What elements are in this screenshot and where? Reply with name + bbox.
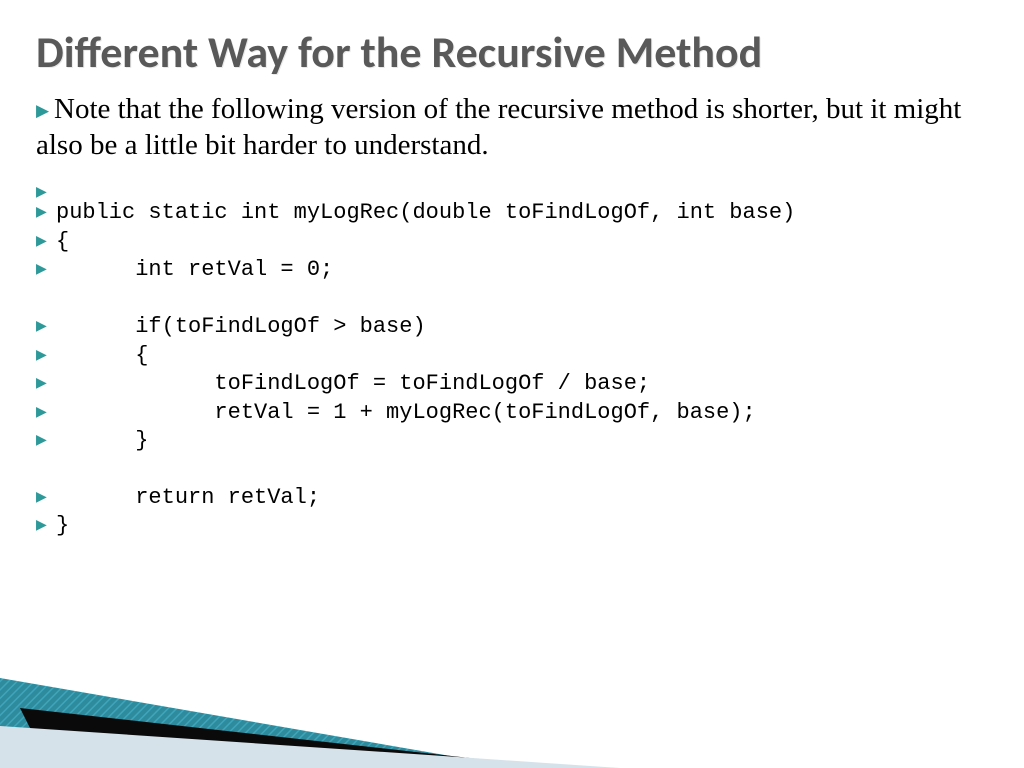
slide-title: Different Way for the Recursive Method xyxy=(0,0,1024,92)
code-line: } xyxy=(56,427,148,456)
intro-paragraph: ▶Note that the following version of the … xyxy=(0,92,1024,173)
code-line: retVal = 1 + myLogRec(toFindLogOf, base)… xyxy=(56,399,756,428)
slide-decoration xyxy=(0,638,1024,768)
code-line: { xyxy=(56,228,69,257)
bullet-icon: ▶ xyxy=(36,228,56,248)
code-line: } xyxy=(56,512,69,541)
code-line: int retVal = 0; xyxy=(56,256,333,285)
intro-text: Note that the following version of the r… xyxy=(36,93,961,160)
code-line: public static int myLogRec(double toFind… xyxy=(56,199,795,228)
bullet-icon: ▶ xyxy=(36,512,56,532)
bullet-icon: ▶ xyxy=(36,370,56,390)
code-block: ▶ ▶ public static int myLogRec(double to… xyxy=(0,173,1024,541)
bullet-icon: ▶ xyxy=(36,101,54,122)
bullet-icon: ▶ xyxy=(36,342,56,362)
code-line: return retVal; xyxy=(56,484,320,513)
bullet-icon: ▶ xyxy=(36,399,56,419)
bullet-icon: ▶ xyxy=(36,199,56,219)
bullet-icon: ▶ xyxy=(36,427,56,447)
bullet-icon: ▶ xyxy=(36,313,56,333)
code-line: { xyxy=(56,342,148,371)
code-line: toFindLogOf = toFindLogOf / base; xyxy=(56,370,650,399)
code-line: if(toFindLogOf > base) xyxy=(56,313,426,342)
bullet-icon: ▶ xyxy=(36,179,56,199)
bullet-icon: ▶ xyxy=(36,256,56,276)
bullet-icon: ▶ xyxy=(36,484,56,504)
